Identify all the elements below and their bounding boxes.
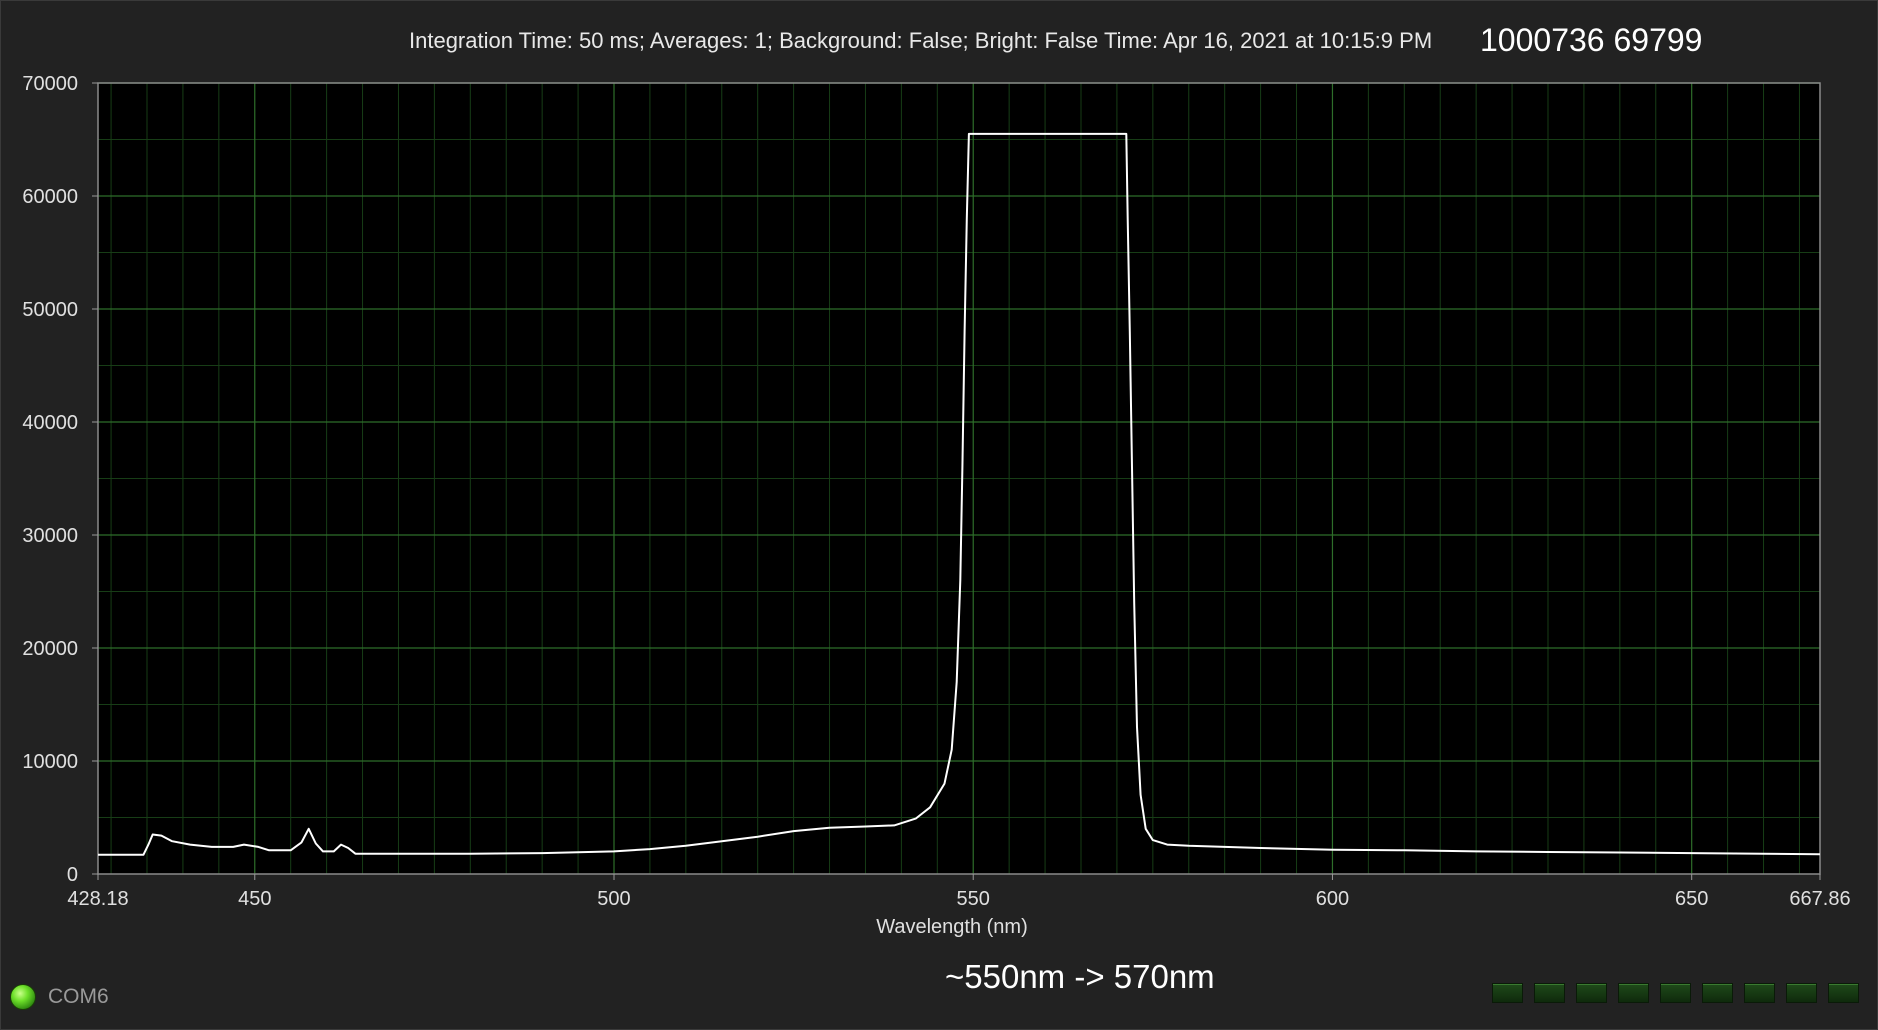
x-tick-label: 428.18 <box>67 888 128 910</box>
y-tick-label: 50000 <box>22 299 78 321</box>
x-axis-label: Wavelength (nm) <box>876 916 1028 938</box>
y-tick-label: 0 <box>67 864 78 886</box>
connection-status: COM6 <box>10 983 109 1011</box>
y-tick-label: 30000 <box>22 525 78 547</box>
connection-led-icon <box>10 984 36 1010</box>
channel-indicator-icon <box>1618 983 1649 1003</box>
x-tick-label: 550 <box>957 888 990 910</box>
y-tick-label: 10000 <box>22 751 78 773</box>
channel-indicator-icon <box>1828 983 1859 1003</box>
x-tick-label: 667.86 <box>1789 888 1850 910</box>
channel-indicator-icon <box>1492 983 1523 1003</box>
y-tick-label: 60000 <box>22 186 78 208</box>
y-tick-label: 40000 <box>22 412 78 434</box>
y-tick-label: 70000 <box>22 73 78 95</box>
com-port-label: COM6 <box>48 985 109 1008</box>
spectrum-chart: 0 10000 20000 30000 40000 50000 60000 70000 428.… <box>22 73 1850 938</box>
x-tick-label: 450 <box>238 888 271 910</box>
channel-indicator-icon <box>1702 983 1733 1003</box>
channel-indicator-icon <box>1744 983 1775 1003</box>
channel-indicator-icon <box>1786 983 1817 1003</box>
x-tick-label: 650 <box>1675 888 1708 910</box>
wavelength-range-annotation: ~550nm -> 570nm <box>945 958 1215 995</box>
x-tick-label: 600 <box>1316 888 1349 910</box>
channel-indicator-icon <box>1576 983 1607 1003</box>
channel-indicator-icon <box>1534 983 1565 1003</box>
channel-indicators <box>1492 983 1859 1003</box>
channel-indicator-icon <box>1660 983 1691 1003</box>
y-tick-label: 20000 <box>22 638 78 660</box>
x-tick-label: 500 <box>597 888 630 910</box>
